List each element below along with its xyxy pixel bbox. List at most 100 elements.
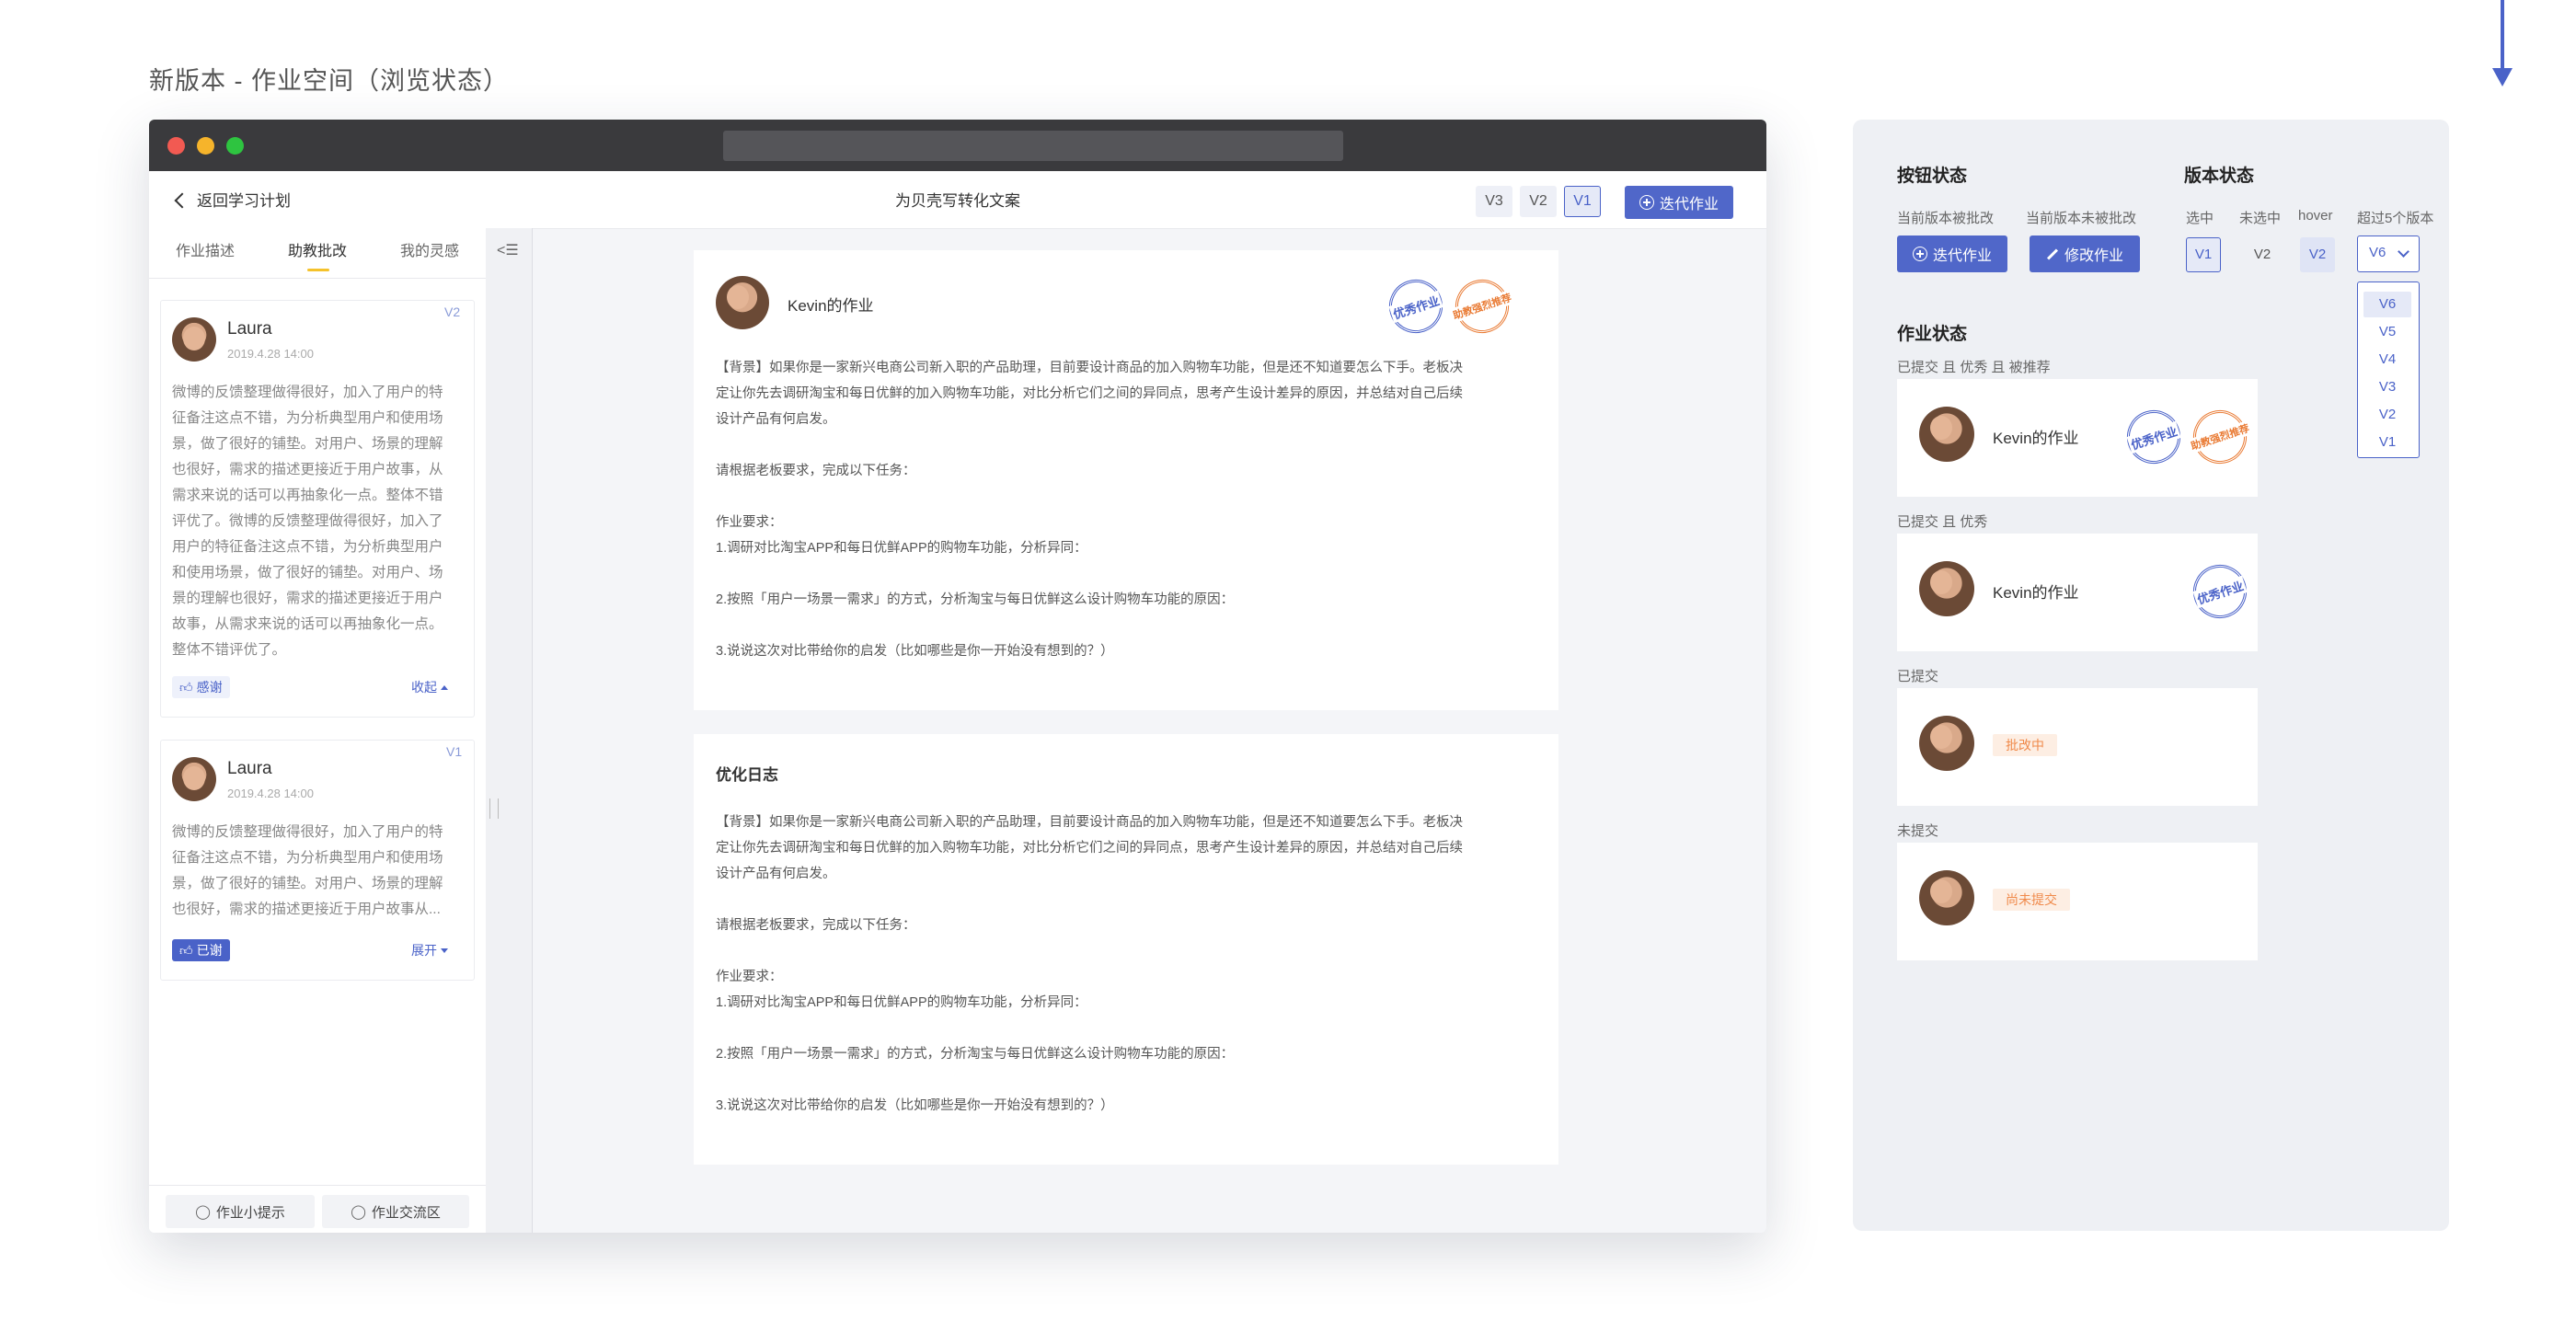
recommended-stamp: 助教强烈推荐	[1448, 272, 1516, 340]
expand-toggle[interactable]: 展开	[411, 941, 448, 959]
avatar	[1919, 561, 1974, 616]
version-badge: V1	[446, 744, 463, 759]
comment-card: V1 Laura 2019.4.28 14:00 微博的反馈整理做得很好，加入了…	[160, 740, 475, 981]
down-arrow-icon	[2501, 0, 2504, 70]
plus-circle-icon	[1639, 195, 1654, 210]
state-card-not-submitted: 尚未提交	[1897, 843, 2258, 960]
version-tab-v3[interactable]: V3	[1476, 186, 1512, 217]
version-states-title: 版本状态	[2184, 167, 2255, 186]
chevron-left-icon	[174, 192, 190, 208]
homework-author: Kevin的作业	[788, 297, 874, 315]
state-card-excellent: Kevin的作业 优秀作业	[1897, 534, 2258, 651]
version-dropdown[interactable]: V6	[2357, 235, 2420, 272]
comment-text: 微博的反馈整理做得很好，加入了用户的特 征备注这点不错，为分析典型用户和使用场 景，…	[172, 385, 443, 658]
reviewer-name: Laura	[227, 759, 272, 778]
arrow-head	[2492, 68, 2513, 86]
dropdown-option[interactable]: V2	[2363, 402, 2411, 428]
lightbulb-icon: ◯	[195, 1204, 211, 1220]
collapse-column: <☰	[486, 228, 533, 1233]
version-hover-sample[interactable]: V2	[2300, 237, 2335, 272]
homework-states-title: 作业状态	[1897, 325, 1968, 344]
comment-card: V2 Laura 2019.4.28 14:00 微博的反馈整理做得很好，加入了…	[160, 300, 475, 718]
avatar	[172, 757, 216, 801]
collapse-toggle[interactable]: 收起	[411, 678, 448, 696]
log-body: 【背景】如果你是一家新兴电商公司新入职的产品助理，目前要设计商品的加入购物车功能…	[716, 815, 1463, 1113]
comment-text: 微博的反馈整理做得很好，加入了用户的特 征备注这点不错，为分析典型用户和使用场 景，…	[172, 824, 443, 917]
caret-up-icon	[441, 685, 448, 690]
homework-author: Kevin的作业	[1993, 584, 2079, 602]
reviewer-name: Laura	[227, 319, 272, 339]
label-selected: 选中	[2186, 211, 2214, 226]
homework-body: 【背景】如果你是一家新兴电商公司新入职的产品助理，目前要设计商品的加入购物车功能…	[716, 361, 1463, 659]
label-reviewed: 当前版本被批改	[1897, 211, 1995, 226]
homework-card: Kevin的作业 优秀作业 助教强烈推荐 【背景】如果你是一家新兴电商公司新入职…	[694, 250, 1558, 710]
version-tab-v1[interactable]: V1	[1564, 186, 1601, 217]
collapse-panel-icon[interactable]: <☰	[497, 241, 519, 259]
thanked-badge[interactable]: 👍︎ 已谢	[172, 939, 230, 961]
recommended-stamp: 助教强烈推荐	[2186, 403, 2254, 471]
label-unselected: 未选中	[2239, 211, 2282, 226]
thanks-button[interactable]: 👍︎ 感谢	[172, 676, 230, 698]
left-tabs: 作业描述 助教批改 我的灵感	[149, 228, 486, 279]
dropdown-option[interactable]: V3	[2363, 374, 2411, 400]
comment-date: 2019.4.28 14:00	[227, 787, 314, 800]
comment-date: 2019.4.28 14:00	[227, 347, 314, 361]
state-label: 已提交 且 优秀	[1897, 514, 1988, 530]
state-label: 已提交	[1897, 669, 1939, 684]
plus-circle-icon	[1912, 247, 1927, 261]
chevron-down-icon	[2398, 246, 2409, 258]
version-selected-sample[interactable]: V1	[2186, 237, 2221, 272]
state-label: 未提交	[1897, 823, 1939, 839]
version-dropdown-list: V6 V5 V4 V3 V2 V1	[2357, 281, 2420, 458]
label-over-five: 超过5个版本	[2357, 211, 2434, 226]
label-hover: hover	[2298, 208, 2333, 224]
version-tab-v2[interactable]: V2	[1520, 186, 1557, 217]
state-card-recommended: Kevin的作业 优秀作业 助教强烈推荐	[1897, 379, 2258, 497]
browser-chrome	[149, 120, 1766, 171]
bottom-bar: ◯ 作业小提示 ◯ 作业交流区	[149, 1185, 486, 1233]
avatar	[716, 276, 769, 329]
dropdown-option[interactable]: V6	[2363, 292, 2411, 317]
thumbs-up-icon: 👍︎	[179, 679, 193, 695]
back-link[interactable]: 返回学习计划	[174, 188, 291, 211]
dropdown-option[interactable]: V5	[2363, 319, 2411, 345]
version-badge: V2	[444, 304, 461, 319]
iterate-button-sample[interactable]: 迭代作业	[1897, 235, 2007, 272]
excellent-stamp: 优秀作业	[1382, 272, 1450, 340]
resize-handle[interactable]	[489, 798, 499, 819]
tab-description[interactable]: 作业描述	[149, 228, 261, 278]
avatar	[172, 317, 216, 362]
dropdown-option[interactable]: V1	[2363, 430, 2411, 455]
homework-author: Kevin的作业	[1993, 430, 2079, 447]
label-not-reviewed: 当前版本未被批改	[2026, 211, 2137, 226]
url-bar[interactable]	[723, 131, 1343, 161]
browser-window: 返回学习计划 为贝壳写转化文案 V3 V2 V1 迭代作业 作业描述 助教批改 …	[149, 120, 1766, 1233]
avatar	[1919, 407, 1974, 462]
status-badge: 尚未提交	[1993, 889, 2070, 911]
dropdown-option[interactable]: V4	[2363, 347, 2411, 373]
caret-down-icon	[441, 948, 448, 953]
edit-button-sample[interactable]: 修改作业	[2030, 235, 2140, 272]
iterate-button[interactable]: 迭代作业	[1625, 186, 1733, 219]
discussion-button[interactable]: ◯ 作业交流区	[322, 1195, 469, 1228]
tab-inspiration[interactable]: 我的灵感	[374, 228, 486, 278]
iterate-label: 迭代作业	[1659, 197, 1719, 213]
tips-button[interactable]: ◯ 作业小提示	[166, 1195, 315, 1228]
thumbs-up-icon: 👍︎	[179, 942, 193, 958]
excellent-stamp: 优秀作业	[2186, 557, 2254, 626]
chat-bubble-icon: ◯	[351, 1204, 366, 1220]
left-panel: 作业描述 助教批改 我的灵感 V2 Laura 2019.4.28 14:00 …	[149, 228, 487, 1233]
page-title: 新版本 - 作业空间（浏览状态）	[149, 67, 509, 95]
state-card-submitted: 批改中	[1897, 688, 2258, 806]
back-label: 返回学习计划	[197, 192, 291, 210]
state-label: 已提交 且 优秀 且 被推荐	[1897, 360, 2051, 375]
maximize-dot[interactable]	[226, 137, 244, 155]
avatar	[1919, 716, 1974, 771]
version-unselected-sample[interactable]: V2	[2245, 237, 2280, 272]
button-states-title: 按钮状态	[1897, 167, 1968, 186]
avatar	[1919, 870, 1974, 925]
log-card: 优化日志 【背景】如果你是一家新兴电商公司新入职的产品助理，目前要设计商品的加入…	[694, 734, 1558, 1165]
close-dot[interactable]	[167, 137, 185, 155]
log-title: 优化日志	[716, 766, 778, 784]
minimize-dot[interactable]	[197, 137, 214, 155]
